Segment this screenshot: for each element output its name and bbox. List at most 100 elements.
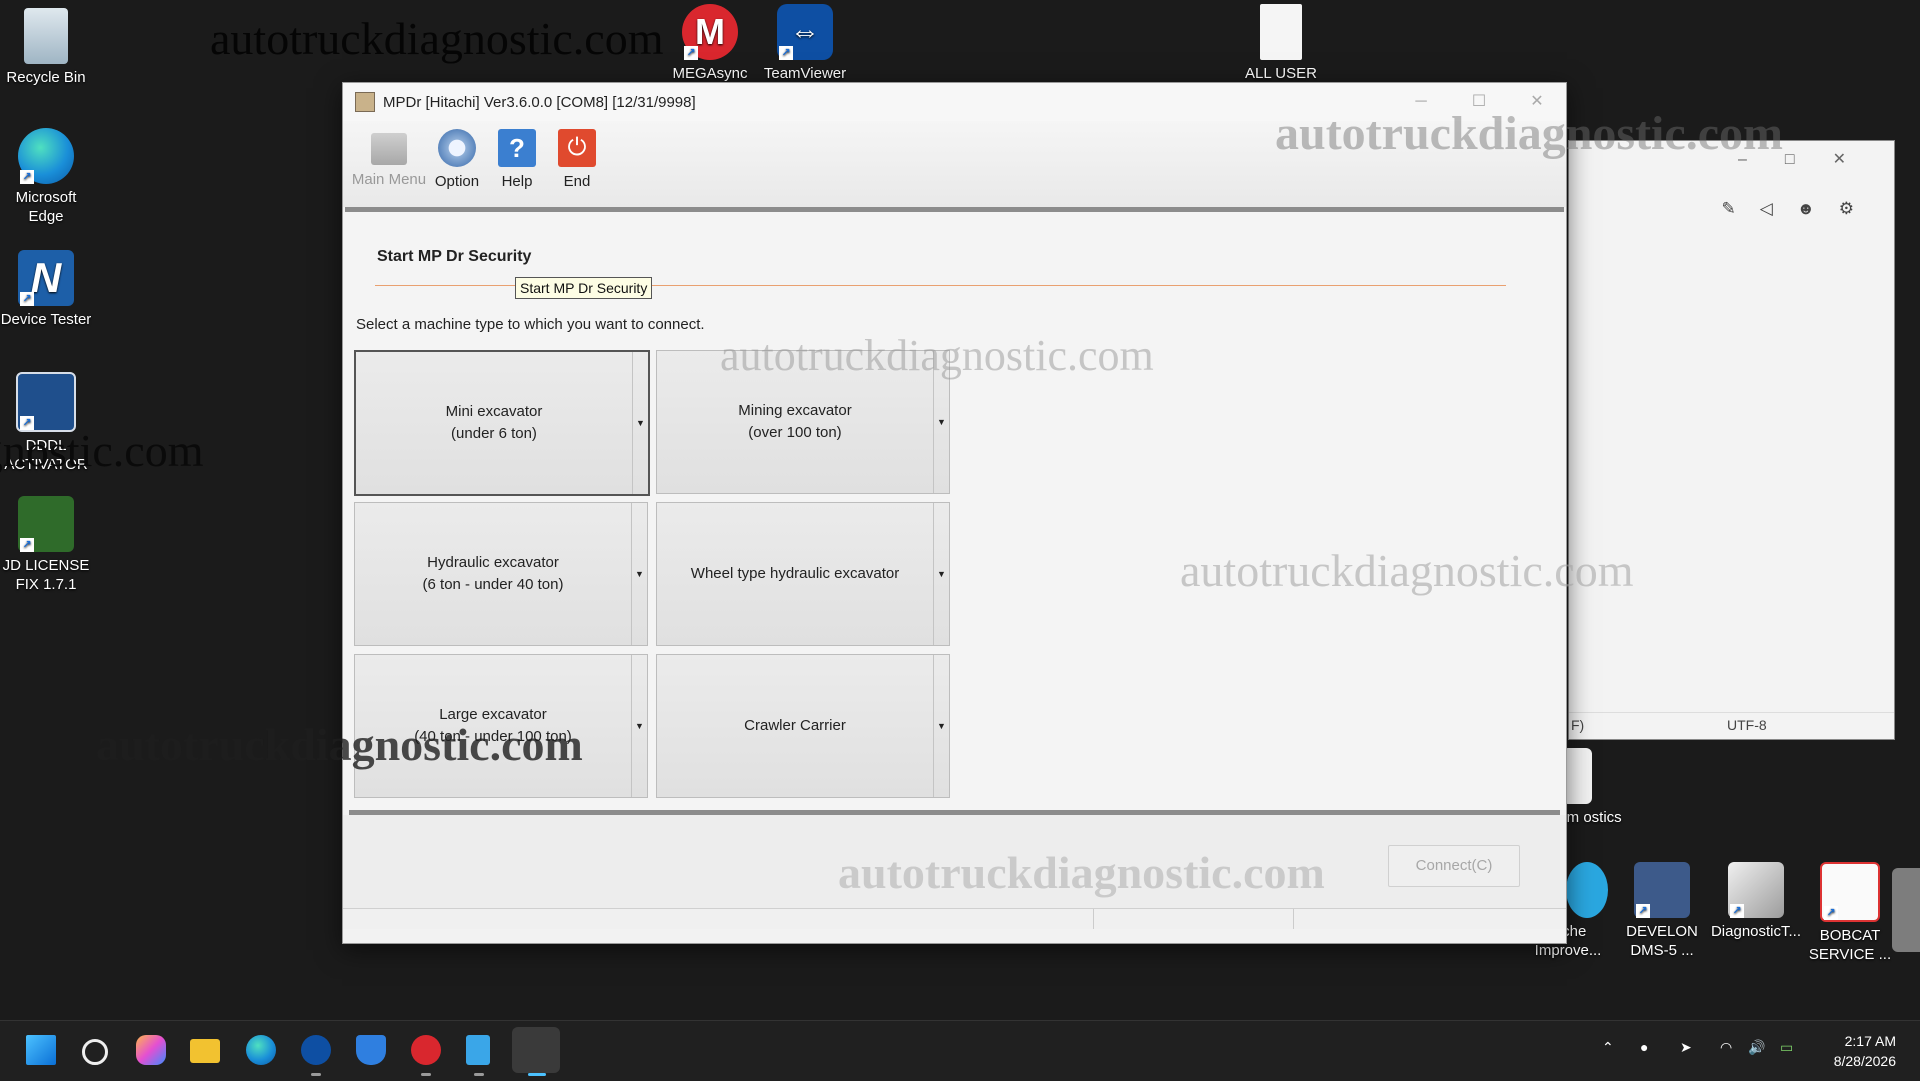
desktop-icon-jd-license-fix[interactable]: ↗ JD LICENSE FIX 1.7.1 <box>0 496 94 594</box>
footer: Connect(C) <box>343 815 1566 929</box>
dddl-activator-icon: ↗ <box>16 372 76 432</box>
machine-button-crawler-carrier[interactable]: Crawler Carrier ▼ <box>656 654 950 798</box>
dropdown-arrow-icon[interactable]: ▼ <box>631 503 647 645</box>
help-button[interactable]: ? Help <box>487 121 547 190</box>
device-tester-icon: N ↗ <box>18 250 74 306</box>
security-shield-icon[interactable] <box>356 1035 386 1065</box>
machine-button-large-excavator[interactable]: Large excavator (40 ton - under 100 ton)… <box>354 654 648 798</box>
desktop-icon-all-user[interactable]: ALL USER <box>1233 4 1329 83</box>
window-controls: –□✕ <box>1738 151 1884 168</box>
machine-range: (over 100 ton) <box>748 424 842 441</box>
copilot-icon[interactable] <box>136 1035 166 1065</box>
main-menu-button[interactable]: Main Menu <box>351 121 427 188</box>
dropdown-arrow-icon[interactable]: ▼ <box>631 655 647 797</box>
gear-icon <box>438 129 476 167</box>
end-button[interactable]: ⏻ End <box>547 121 607 190</box>
select-machine-prompt: Select a machine type to which you want … <box>356 316 705 333</box>
desktop-icon-label: JD LICENSE FIX 1.7.1 <box>2 557 90 593</box>
desktop-icon-dddl-activator[interactable]: ↗ DDDL ACTIVATOR <box>0 372 94 474</box>
toolbar-icons: ✎◁☻⚙ <box>1721 199 1878 218</box>
mpdr-taskbar-icon[interactable] <box>512 1027 560 1073</box>
help-label: Help <box>501 173 533 190</box>
start-windows-icon[interactable] <box>26 1035 56 1065</box>
hitachi-icon <box>1566 862 1608 918</box>
bobcat-icon: ↗ <box>1820 862 1880 922</box>
machine-range: (6 ton - under 40 ton) <box>422 576 564 593</box>
status-encoding: UTF-8 <box>1727 717 1767 733</box>
clock[interactable]: 2:17 AM 8/28/2026 <box>1834 1031 1896 1071</box>
desktop-icon-develon-dms5[interactable]: ↗ DEVELON DMS-5 ... <box>1614 862 1710 960</box>
dropdown-arrow-icon[interactable]: ▼ <box>933 655 949 797</box>
wifi-icon[interactable]: ◠ <box>1720 1039 1732 1056</box>
help-icon: ? <box>498 129 536 167</box>
mega-icon[interactable] <box>411 1035 441 1065</box>
mpdr-window[interactable]: MPDr [Hitachi] Ver3.6.0.0 [COM8] [12/31/… <box>342 82 1567 944</box>
option-button[interactable]: Option <box>427 121 487 190</box>
diagnostic-box-icon: ↗ <box>1728 862 1784 918</box>
desktop-icon-device-tester[interactable]: N ↗ Device Tester <box>0 250 94 329</box>
machine-name: Mini excavator <box>445 403 543 420</box>
desktop-icon-label: BOBCAT SERVICE ... <box>1808 927 1892 963</box>
file-explorer-icon[interactable] <box>190 1039 220 1063</box>
desktop-icon-recycle-bin[interactable]: Recycle Bin <box>0 8 94 87</box>
desktop-icon-label: TeamViewer <box>763 65 847 82</box>
connect-button[interactable]: Connect(C) <box>1388 845 1520 887</box>
machine-button-wheel-type-hydraulic-excavator[interactable]: Wheel type hydraulic excavator ▼ <box>656 502 950 646</box>
search-icon[interactable] <box>82 1039 108 1065</box>
title-bar[interactable]: MPDr [Hitachi] Ver3.6.0.0 [COM8] [12/31/… <box>343 83 1566 121</box>
clock-time: 2:17 AM <box>1844 1033 1896 1049</box>
desktop-icon-diagnostic-tool[interactable]: ↗ DiagnosticT... <box>1708 862 1804 941</box>
volume-icon[interactable]: 🔊 <box>1748 1039 1765 1056</box>
clock-date: 8/28/2026 <box>1833 1053 1896 1069</box>
toolbar: Main Menu Option ? Help ⏻ End <box>343 121 1566 207</box>
taskbar: ⌃ ● ➤ ◠ 🔊 ▭ 2:17 AM 8/28/2026 <box>0 1020 1920 1081</box>
mega-icon: M ↗ <box>682 4 738 60</box>
close-button[interactable]: ✕ <box>1508 83 1566 121</box>
location-icon[interactable]: ➤ <box>1680 1039 1692 1056</box>
develon-icon: ↗ <box>1634 862 1690 918</box>
machine-range: (under 6 ton) <box>451 425 537 442</box>
desktop-icon-label: DEVELON DMS-5 ... <box>1626 923 1698 959</box>
desktop-icon-label: Device Tester <box>0 311 92 328</box>
machine-range: (40 ton - under 100 ton) <box>414 728 572 745</box>
desktop-icon-teamviewer[interactable]: ⇔ ↗ TeamViewer <box>757 4 853 83</box>
machine-button-mini-excavator[interactable]: Mini excavator (under 6 ton) ▼ <box>354 350 650 496</box>
machine-name: Wheel type hydraulic excavator <box>690 565 900 582</box>
notepad-icon[interactable] <box>466 1035 490 1065</box>
main-menu-icon <box>371 133 407 165</box>
desktop-icon-label: Recycle Bin <box>6 69 86 86</box>
dropdown-arrow-icon[interactable]: ▼ <box>933 503 949 645</box>
desktop-icon-bobcat-service[interactable]: ↗ BOBCAT SERVICE ... <box>1802 862 1898 964</box>
machine-name: Crawler Carrier <box>744 717 846 734</box>
desktop-icon-label: Microsoft Edge <box>15 189 77 225</box>
desktop-icon-label: DiagnosticT... <box>1710 923 1802 940</box>
window-title: MPDr [Hitachi] Ver3.6.0.0 [COM8] [12/31/… <box>383 93 696 111</box>
edge-icon[interactable] <box>246 1035 276 1065</box>
status-bar <box>343 908 1566 929</box>
tooltip: Start MP Dr Security <box>515 277 653 299</box>
document-icon <box>1260 4 1302 60</box>
watermark: autotruckdiagnostic.com <box>210 13 664 64</box>
desktop-icon-label: DDDL ACTIVATOR <box>4 437 88 473</box>
end-label: End <box>563 173 591 190</box>
dropdown-arrow-icon[interactable]: ▼ <box>632 352 648 494</box>
battery-icon[interactable]: ▭ <box>1780 1039 1793 1056</box>
desktop-icon-megasync[interactable]: M ↗ MEGAsync <box>662 4 758 83</box>
teamviewer-icon: ⇔ ↗ <box>777 4 833 60</box>
mega-tray-icon[interactable]: ● <box>1640 1039 1648 1055</box>
machine-button-mining-excavator[interactable]: Mining excavator (over 100 ton) ▼ <box>656 350 950 494</box>
minimize-button[interactable]: ─ <box>1392 83 1450 121</box>
background-window[interactable]: –□✕ ✎◁☻⚙ F) UTF-8 <box>1568 140 1895 740</box>
desktop-icon-label: MEGAsync <box>672 65 748 82</box>
teamviewer-icon[interactable] <box>301 1035 331 1065</box>
dropdown-arrow-icon[interactable]: ▼ <box>933 351 949 493</box>
machine-button-hydraulic-excavator[interactable]: Hydraulic excavator (6 ton - under 40 to… <box>354 502 648 646</box>
machine-name: Large excavator <box>439 706 547 723</box>
option-label: Option <box>434 173 480 190</box>
app-icon <box>355 92 375 112</box>
power-icon: ⏻ <box>558 129 596 167</box>
side-widget[interactable] <box>1892 868 1920 952</box>
maximize-button[interactable]: ☐ <box>1450 83 1508 121</box>
desktop-icon-microsoft-edge[interactable]: ↗ Microsoft Edge <box>0 128 94 226</box>
chevron-up-icon[interactable]: ⌃ <box>1602 1039 1614 1056</box>
